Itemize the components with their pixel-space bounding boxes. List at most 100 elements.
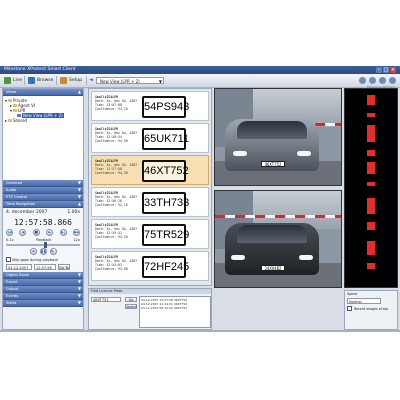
skip-gaps-row[interactable]: Skip gaps during playback [6, 257, 80, 262]
plate-entry[interactable]: SmallyIS4LPR Date: to, dec 04, 2007 Time… [91, 219, 209, 249]
audio-panel-header[interactable]: Audio ▼ [3, 187, 83, 194]
ptz-panel-header[interactable]: PTZ Control ▼ [3, 194, 83, 201]
goto-time-input[interactable]: 12:57:58 [34, 264, 56, 270]
skip-gaps-label: Skip gaps during playback [12, 257, 59, 262]
expand-icon: ▼ [77, 279, 81, 284]
headlight-left [233, 151, 247, 156]
expand-icon[interactable]: ▾ [10, 108, 12, 113]
vehicle-windshield [237, 121, 307, 139]
plate-number: 75TR529 [142, 224, 189, 246]
playback-speed-slider[interactable] [6, 242, 80, 248]
event-timeline-strip[interactable] [344, 88, 398, 288]
search-results-list[interactable]: 04-12-2007 12:57:58 46XT752 04-12-2007 1… [139, 296, 211, 328]
event-segment[interactable] [367, 150, 375, 157]
tab-setup[interactable]: Setup [60, 76, 82, 85]
camera-view-2[interactable]: 24XV482 [214, 190, 342, 288]
plate-confidence: Confidence: 92,10 [95, 203, 128, 207]
camera-view-1[interactable]: 46XT752 [214, 88, 342, 186]
skip-gaps-checkbox[interactable] [6, 257, 11, 262]
plate-meta: SmallyIS4LPR Date: to, dec 04, 2007 Time… [95, 127, 137, 143]
tab-live[interactable]: Live [4, 76, 22, 85]
event-segment[interactable] [367, 197, 375, 214]
plate-entry-selected[interactable]: SmallyIS4LPR Date: to, dec 04, 2007 Time… [91, 155, 209, 185]
previous-frame-button[interactable]: ◄ [19, 229, 27, 236]
folder-icon [8, 99, 13, 102]
tree-node-shared[interactable]: ▸ Shared [5, 118, 83, 123]
section-label: Alerts [6, 301, 17, 305]
expand-icon[interactable]: ▸ [5, 118, 7, 123]
vehicle-plate: 24XV482 [261, 265, 285, 271]
record-images-row[interactable]: Record images at top [345, 305, 397, 312]
events-header[interactable]: Events ▼ [3, 293, 83, 300]
time-navigation-header[interactable]: Time Navigation ▲ [3, 201, 83, 208]
record-images-checkbox[interactable] [347, 306, 352, 311]
export-header[interactable]: Export ▼ [3, 279, 83, 286]
section-label: Events [6, 294, 19, 298]
section-label: Audio [6, 188, 17, 192]
fullscreen-icon[interactable] [379, 77, 386, 84]
event-segment[interactable] [367, 124, 375, 143]
tree-node-label: New View (LPR + 2) [22, 113, 64, 118]
digital-zoom-header[interactable]: Digital Zoom ▼ [3, 272, 83, 279]
alerts-header[interactable]: Alerts ▼ [3, 300, 83, 307]
view-select-value: New View (LPR + 2) [100, 79, 140, 84]
expand-icon: ▼ [77, 194, 81, 199]
first-frame-button[interactable]: |◄ [6, 229, 13, 236]
plate-entry[interactable]: SmallyIS4LPR Date: to, dec 04, 2007 Time… [91, 187, 209, 217]
expand-icon[interactable]: ▾ [5, 98, 7, 103]
views-panel-header[interactable]: Views ▲ [3, 89, 83, 96]
slider-handle[interactable] [44, 242, 47, 248]
last-frame-button[interactable]: ►| [59, 229, 67, 236]
step-controls: |◄ ◄ ■ ► ►| ►► [6, 229, 80, 236]
pause-button[interactable]: ❚❚ [39, 248, 47, 255]
go-button[interactable]: Go [125, 297, 137, 302]
timeline-speed-select-row: Normal [345, 297, 397, 305]
tab-browse[interactable]: Browse [28, 76, 53, 85]
views-tree: ▾ Private ▸ Agent VI ▾ LPR New View (LPR… [3, 96, 83, 180]
section-label: Export [6, 280, 18, 284]
result-row[interactable]: 03-12-2007 08:12:05 46XT752 [141, 306, 209, 310]
event-segment[interactable] [367, 112, 375, 117]
back-arrow-icon[interactable]: ◄ [89, 77, 93, 83]
event-segment[interactable] [367, 241, 375, 256]
event-segment[interactable] [367, 94, 375, 105]
event-segment[interactable] [367, 221, 375, 230]
folder-icon [13, 104, 18, 107]
goto-row: 04-12-2007 12:57:58 Go To [6, 264, 80, 270]
event-segment[interactable] [367, 162, 375, 175]
timeline-speed-select[interactable]: Normal [347, 298, 381, 304]
license-plate-list: SmallyIS4LPR Date: to, dec 04, 2007 Time… [88, 88, 212, 286]
expand-icon: ▼ [77, 293, 81, 298]
play-forward-button[interactable]: ► [49, 248, 57, 255]
stop-button[interactable]: ■ [32, 229, 40, 236]
minimize-button[interactable]: – [376, 67, 382, 73]
play-reverse-button[interactable]: ◄ [29, 248, 37, 255]
headlight-right [299, 255, 313, 260]
plate-search-input[interactable]: 46XT752 [91, 297, 121, 302]
close-button[interactable]: × [390, 67, 396, 73]
folder-icon [8, 119, 13, 122]
maximize-button[interactable]: □ [383, 67, 389, 73]
goto-button[interactable]: Go To [58, 264, 70, 270]
plate-entry[interactable]: SmallyIS4LPR Date: to, dec 04, 2007 Time… [91, 123, 209, 153]
view-select[interactable]: New View (LPR + 2) ▼ [96, 77, 164, 84]
event-segment[interactable] [367, 263, 375, 270]
logout-icon[interactable] [389, 77, 396, 84]
output-header[interactable]: Output ▼ [3, 286, 83, 293]
toolbar-divider [56, 76, 57, 85]
speed-max-label: 12x [73, 238, 80, 242]
gate-barrier [215, 215, 341, 218]
help-icon[interactable] [359, 77, 366, 84]
settings-icon[interactable] [369, 77, 376, 84]
next-sequence-button[interactable]: ►► [72, 229, 80, 236]
next-frame-button[interactable]: ► [46, 229, 54, 236]
cameras-panel-header[interactable]: Cameras ▼ [3, 180, 83, 187]
search-button[interactable]: Search [125, 304, 137, 309]
plate-entry[interactable]: SmallyIS4LPR Date: to, dec 04, 2007 Time… [91, 91, 209, 121]
section-label: Output [6, 287, 19, 291]
goto-date-input[interactable]: 04-12-2007 [6, 264, 32, 270]
plate-number: 46XT752 [142, 160, 189, 182]
toolbar-divider [24, 76, 25, 85]
event-segment[interactable] [367, 182, 375, 186]
plate-entry[interactable]: SmallyIS4LPR Date: to, dec 04, 2007 Time… [91, 251, 209, 281]
